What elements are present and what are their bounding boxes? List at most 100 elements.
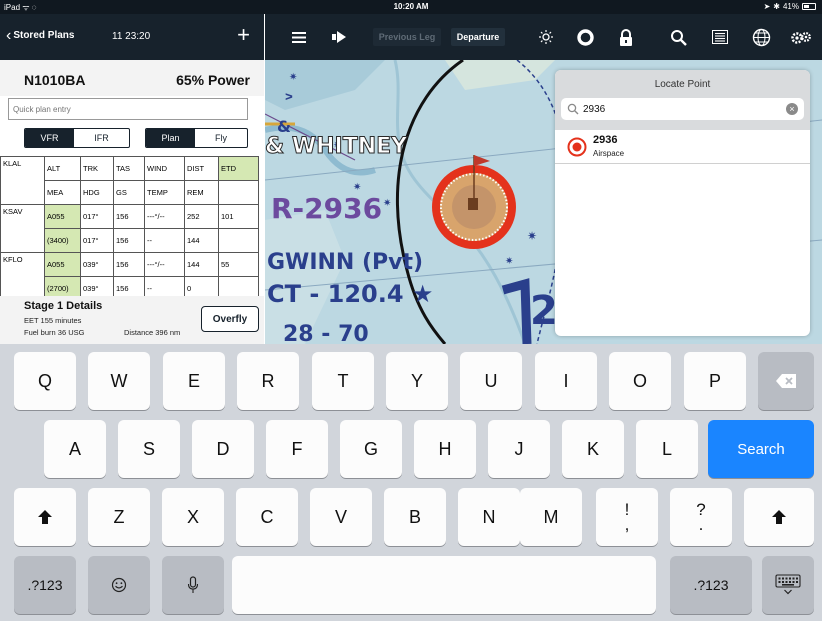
key-dual-label: !,: [624, 500, 630, 534]
lock-button[interactable]: [613, 14, 639, 60]
tab-ifr[interactable]: IFR: [74, 129, 129, 147]
key-t[interactable]: T: [312, 352, 374, 410]
map-label: R-2936: [271, 192, 383, 225]
list-icon: [292, 31, 306, 43]
add-plan-button[interactable]: +: [237, 22, 250, 48]
svg-text:✷: ✷: [505, 256, 513, 267]
key-l[interactable]: L: [636, 420, 698, 478]
key-exclaim-comma[interactable]: !,: [596, 488, 658, 546]
header-cell: WIND: [144, 156, 185, 181]
key-o[interactable]: O: [609, 352, 671, 410]
locate-search-input[interactable]: [561, 98, 804, 120]
table-cell: ---°/--: [144, 204, 185, 229]
key-s[interactable]: S: [118, 420, 180, 478]
key-d[interactable]: D: [192, 420, 254, 478]
altitude-cell[interactable]: A055: [44, 252, 81, 277]
altitude-cell[interactable]: A055: [44, 204, 81, 229]
key-x[interactable]: X: [162, 488, 224, 546]
key-question-period[interactable]: ?.: [670, 488, 732, 546]
flight-plan-panel: N1010BA 65% Power VFR IFR Plan Fly KLAL …: [0, 60, 264, 344]
list-button[interactable]: [285, 14, 313, 60]
departure-button[interactable]: Departure: [449, 14, 507, 60]
header-cell: GS: [113, 180, 145, 205]
overfly-button[interactable]: Overfly: [201, 306, 259, 332]
table-cell: 156: [113, 228, 145, 253]
key-c[interactable]: C: [236, 488, 298, 546]
key-e[interactable]: E: [163, 352, 225, 410]
sun-icon: [539, 30, 553, 44]
key-u[interactable]: U: [460, 352, 522, 410]
key-y[interactable]: Y: [386, 352, 448, 410]
stored-plans-back-button[interactable]: ‹ Stored Plans: [6, 27, 74, 43]
tab-plan[interactable]: Plan: [146, 129, 196, 147]
waypoint-name[interactable]: KSAV: [0, 204, 45, 253]
table-row: KLAL ALT TRK TAS WIND DIST ETD: [0, 156, 259, 205]
key-n[interactable]: N: [458, 488, 520, 546]
list-item[interactable]: 2936 Airspace: [555, 130, 810, 164]
plan-header: N1010BA 65% Power: [0, 60, 264, 96]
key-r[interactable]: R: [237, 352, 299, 410]
locate-point-title: Locate Point: [555, 70, 810, 98]
hide-keyboard-key[interactable]: [762, 556, 814, 614]
key-m[interactable]: M: [520, 488, 582, 546]
header-cell: TAS: [113, 156, 145, 181]
table-cell: 017°: [80, 228, 114, 253]
tail-number: N1010BA: [24, 72, 86, 88]
shift-key-left[interactable]: [14, 488, 76, 546]
stage-details: Stage 1 Details EET 155 minutes Fuel bur…: [0, 296, 264, 344]
key-z[interactable]: Z: [88, 488, 150, 546]
key-i[interactable]: I: [535, 352, 597, 410]
header-cell: DIST: [184, 156, 219, 181]
tab-fly[interactable]: Fly: [195, 129, 247, 147]
status-right: ➤ ✱ 41%: [764, 2, 816, 11]
left-nav-bar: ‹ Stored Plans 11 23:20 +: [0, 14, 264, 60]
key-k[interactable]: K: [562, 420, 624, 478]
search-button[interactable]: [665, 14, 691, 60]
table-cell: 156: [113, 204, 145, 229]
key-b[interactable]: B: [384, 488, 446, 546]
numbers-key-right[interactable]: .?123: [670, 556, 752, 614]
key-q[interactable]: Q: [14, 352, 76, 410]
waypoint-name[interactable]: KFLO: [0, 252, 45, 301]
previous-leg-button[interactable]: Previous Leg: [371, 14, 443, 60]
power-setting[interactable]: 65% Power: [176, 72, 250, 88]
table-row[interactable]: KSAV A055 017° 156 ---°/-- 252 101: [0, 204, 259, 253]
map-layers-button[interactable]: [747, 14, 775, 60]
table-row[interactable]: KFLO A055 039° 156 ---°/-- 144 55: [0, 252, 259, 301]
quick-plan-entry-input[interactable]: [8, 98, 248, 120]
key-v[interactable]: V: [310, 488, 372, 546]
key-j[interactable]: J: [488, 420, 550, 478]
stage-title: Stage 1 Details: [24, 300, 103, 312]
backspace-key[interactable]: [758, 352, 814, 410]
space-key[interactable]: [232, 556, 656, 614]
key-g[interactable]: G: [340, 420, 402, 478]
emoji-key[interactable]: [88, 556, 150, 614]
settings-button[interactable]: [787, 14, 815, 60]
dictation-key[interactable]: [162, 556, 224, 614]
numbers-key-left[interactable]: .?123: [14, 556, 76, 614]
key-h[interactable]: H: [414, 420, 476, 478]
battery-percent: 41%: [782, 2, 799, 11]
documents-button[interactable]: [707, 14, 733, 60]
brightness-button[interactable]: [533, 14, 559, 60]
keyboard-dismiss-icon: [775, 574, 801, 595]
airspace-icon: [567, 137, 587, 157]
direct-to-button[interactable]: [325, 14, 353, 60]
table-cell: ---°/--: [144, 252, 185, 277]
tab-vfr[interactable]: VFR: [25, 129, 75, 147]
key-w[interactable]: W: [88, 352, 150, 410]
shift-icon: [772, 510, 786, 524]
key-p[interactable]: P: [684, 352, 746, 410]
table-cell: 156: [113, 252, 145, 277]
shift-key-right[interactable]: [744, 488, 814, 546]
clear-search-button[interactable]: ×: [786, 103, 798, 115]
header-cell: HDG: [80, 180, 114, 205]
plan-fly-segmented-control: Plan Fly: [145, 128, 248, 148]
stage-distance: Distance 396 nm: [124, 328, 181, 337]
on-screen-keyboard: Q W E R T Y U I O P A S D F G H J K L Se…: [0, 344, 822, 621]
emergency-button[interactable]: [571, 14, 599, 60]
key-a[interactable]: A: [44, 420, 106, 478]
search-key[interactable]: Search: [708, 420, 814, 478]
key-f[interactable]: F: [266, 420, 328, 478]
departure-waypoint[interactable]: KLAL: [0, 156, 45, 205]
